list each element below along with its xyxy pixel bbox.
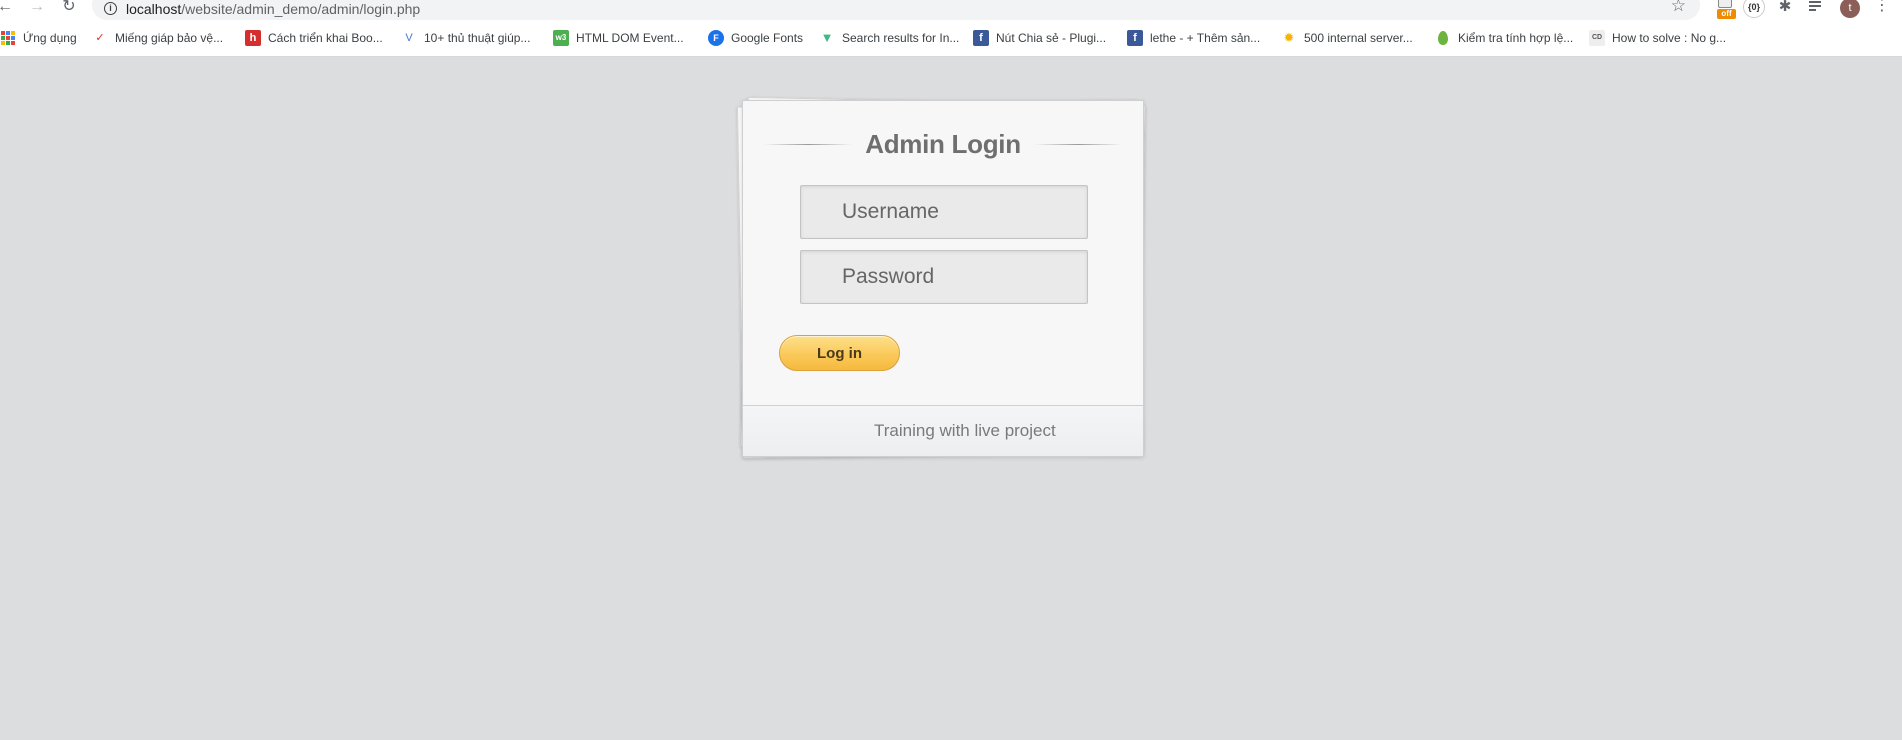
title-divider	[1033, 143, 1122, 145]
f-circle-icon: F	[708, 30, 724, 46]
bookmark-item[interactable]: ✓ Miếng giáp bảo vệ...	[92, 28, 223, 48]
password-field[interactable]	[800, 250, 1088, 304]
bookmark-label: Kiểm tra tính hợp lệ...	[1458, 31, 1574, 45]
bookmark-item[interactable]: Kiểm tra tính hợp lệ...	[1435, 28, 1573, 48]
extension-json-label: {0}	[1743, 0, 1765, 18]
spark-icon: ✹	[1283, 30, 1295, 45]
bookmark-item[interactable]: f Nút Chia sẻ - Plugi...	[973, 28, 1106, 48]
leaf-icon	[1435, 30, 1451, 46]
title-row: Admin Login	[743, 127, 1143, 161]
url-host: localhost	[126, 1, 182, 17]
footer-text: Training with live project	[874, 421, 1056, 440]
checkmark-icon: ✓	[95, 32, 105, 44]
apps-grid-icon	[1, 31, 15, 45]
login-button[interactable]: Log in	[779, 335, 900, 371]
forward-arrow-icon[interactable]: →	[28, 0, 46, 16]
bookmark-item[interactable]: w3 HTML DOM Event...	[553, 28, 684, 48]
h-logo-icon: h	[245, 30, 261, 46]
extension-off-icon[interactable]: off	[1716, 0, 1736, 19]
address-bar[interactable]: i localhost/website/admin_demo/admin/log…	[92, 0, 1700, 20]
extension-box-icon	[1718, 0, 1732, 8]
bookmarks-bar: Ứng dụng ✓ Miếng giáp bảo vệ... h Cách t…	[0, 20, 1902, 57]
back-arrow-icon[interactable]: ←	[0, 0, 14, 16]
bookmark-label: Miếng giáp bảo vệ...	[115, 31, 224, 45]
bookmark-label: 500 internal server...	[1304, 31, 1413, 45]
bookmark-label: Cách triển khai Boo...	[268, 31, 383, 45]
site-info-icon[interactable]: i	[104, 2, 117, 15]
extension-off-badge: off	[1717, 9, 1736, 19]
bookmark-star-icon[interactable]: ☆	[1671, 0, 1686, 14]
browser-menu-icon[interactable]: ⋮	[1874, 0, 1890, 15]
bookmark-label: Ứng dụng	[23, 31, 77, 45]
cd-logo-icon: CD	[1589, 30, 1605, 46]
bookmark-item[interactable]: CD How to solve : No g...	[1589, 28, 1726, 48]
bookmark-label: Google Fonts	[731, 31, 804, 45]
bookmark-item[interactable]: V 10+ thủ thuật giúp...	[401, 28, 530, 48]
profile-avatar[interactable]: t	[1840, 0, 1860, 18]
login-form: Admin Login Log in Training with live pr…	[742, 100, 1144, 457]
bookmark-item[interactable]: ✹ 500 internal server...	[1281, 28, 1413, 48]
bookmark-item[interactable]: ▼ Search results for In...	[819, 28, 960, 48]
browser-toolbar: ← → ↻ i localhost/website/admin_demo/adm…	[0, 0, 1902, 20]
bookmark-item[interactable]: h Cách triển khai Boo...	[245, 28, 383, 48]
username-field[interactable]	[800, 185, 1088, 239]
bookmark-apps[interactable]: Ứng dụng	[1, 28, 77, 48]
bookmark-item[interactable]: F Google Fonts	[708, 28, 803, 48]
address-url[interactable]: localhost/website/admin_demo/admin/login…	[126, 1, 420, 17]
bookmark-label: HTML DOM Event...	[576, 31, 684, 45]
extension-json-icon[interactable]: {0}	[1743, 0, 1765, 18]
bookmark-label: lethe - + Thêm sản...	[1150, 31, 1261, 45]
bookmark-item[interactable]: f lethe - + Thêm sản...	[1127, 28, 1260, 48]
reload-icon[interactable]: ↻	[60, 0, 78, 16]
title-divider	[764, 143, 853, 145]
facebook-icon: f	[1127, 30, 1143, 46]
bookmark-label: Nút Chia sẻ - Plugi...	[996, 31, 1107, 45]
vue-logo-icon: ▼	[820, 30, 834, 45]
extensions-puzzle-icon[interactable]: ✱	[1776, 0, 1794, 18]
v-logo-icon: V	[405, 32, 413, 44]
bookmark-label: Search results for In...	[842, 31, 960, 45]
bookmark-label: How to solve : No g...	[1612, 31, 1727, 45]
facebook-icon: f	[973, 30, 989, 46]
bookmark-label: 10+ thủ thuật giúp...	[424, 31, 531, 45]
url-path: /website/admin_demo/admin/login.php	[181, 1, 421, 17]
w3-logo-icon: w3	[553, 30, 569, 46]
reading-list-icon[interactable]	[1808, 0, 1826, 18]
card-footer: Training with live project	[743, 405, 1143, 456]
page-title: Admin Login	[865, 128, 1021, 159]
